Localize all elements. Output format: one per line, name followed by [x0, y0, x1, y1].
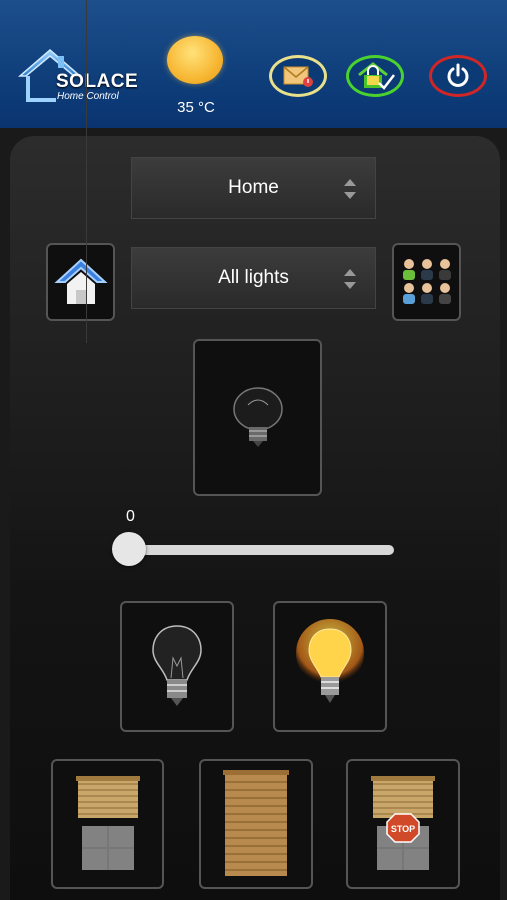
bulb-off-icon — [152, 624, 202, 706]
users-button[interactable] — [392, 243, 461, 321]
select-arrows-icon — [344, 269, 356, 289]
messages-icon — [283, 66, 313, 87]
group-select-value: All lights — [218, 267, 289, 288]
temperature-label: 35 °C — [177, 99, 215, 116]
blind-stop-icon: STOP — [371, 776, 435, 870]
solace-logo: SOLACE Home Control — [16, 46, 140, 106]
group-select[interactable]: All lights — [131, 247, 376, 309]
security-lock-button[interactable] — [346, 55, 404, 97]
location-select[interactable]: Home — [131, 157, 376, 219]
light-off-button[interactable] — [120, 601, 234, 732]
power-button[interactable] — [429, 55, 487, 97]
select-arrows-icon — [344, 179, 356, 199]
blind-open-icon — [75, 776, 140, 870]
bulb-off-icon — [232, 386, 283, 447]
slider-value: 0 — [126, 508, 135, 525]
divider-line — [86, 0, 87, 343]
security-lock-icon — [358, 62, 395, 90]
messages-button[interactable] — [269, 55, 327, 97]
dimmer-slider-thumb[interactable] — [112, 532, 146, 566]
stop-label: STOP — [391, 824, 415, 834]
home-icon — [53, 258, 108, 304]
bulb-on-icon — [296, 618, 364, 703]
current-device-tile[interactable] — [193, 339, 322, 496]
blind-stop-button[interactable]: STOP — [346, 759, 460, 889]
weather-widget: 35 °C — [160, 32, 232, 122]
users-group-icon — [402, 259, 451, 304]
sun-icon — [167, 36, 223, 84]
logo-title: SOLACE — [56, 71, 139, 92]
dimmer-slider-track[interactable] — [128, 545, 394, 555]
light-on-button[interactable] — [273, 601, 387, 732]
app-header: SOLACE Home Control 35 °C — [0, 0, 507, 128]
location-select-value: Home — [228, 177, 279, 198]
home-button[interactable] — [46, 243, 115, 321]
power-icon — [447, 63, 469, 87]
logo-subtitle: Home Control — [57, 91, 119, 102]
blind-open-button[interactable] — [51, 759, 164, 889]
blind-closed-icon — [223, 770, 289, 876]
blind-closed-button[interactable] — [199, 759, 313, 889]
